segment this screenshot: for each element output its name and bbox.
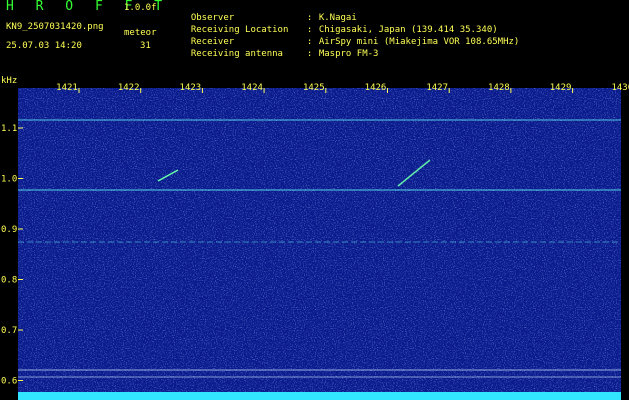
- app-version: 1.0.0f: [124, 3, 157, 13]
- bottom-noise-band: [18, 392, 621, 400]
- observation-datetime: 25.07.03 14:20: [6, 41, 82, 51]
- x-tick-label: 1428: [488, 83, 510, 93]
- x-tick-label: 1426: [365, 83, 387, 93]
- info-row-antenna: Receiving antenna: Maspro FM-3: [180, 39, 379, 59]
- y-tick-label: 0.8: [1, 276, 17, 286]
- x-tick-label: 1427: [426, 83, 448, 93]
- info-label: Receiving antenna: [190, 49, 283, 59]
- y-tick-label: 1.1: [1, 124, 17, 134]
- file-name: KN9_2507031420.png: [6, 22, 104, 32]
- waterfall-noise: [18, 88, 621, 400]
- x-tick-label: 1422: [118, 83, 140, 93]
- y-tick-label: 0.6: [1, 377, 17, 387]
- x-tick-label: 1425: [303, 83, 325, 93]
- y-tick-label: 0.9: [1, 225, 17, 235]
- x-tick-label: 1421: [56, 83, 78, 93]
- x-tick-label: 1429: [550, 83, 572, 93]
- x-tick-label: 1423: [180, 83, 202, 93]
- y-axis-unit: kHz: [1, 76, 17, 86]
- spectrogram-waterfall: kHz 1421 1422 1423 1424 1425 1426 1427 1428 1429…: [1, 76, 629, 400]
- info-separator: :: [306, 49, 313, 59]
- info-value: Maspro FM-3: [318, 49, 379, 59]
- x-tick-label: 1430: [611, 83, 629, 93]
- y-tick-label: 1.0: [1, 175, 17, 185]
- meteor-label: meteor: [124, 28, 157, 38]
- x-tick-label: 1424: [241, 83, 263, 93]
- meteor-count: 31: [140, 41, 151, 51]
- y-tick-label: 0.7: [1, 326, 17, 336]
